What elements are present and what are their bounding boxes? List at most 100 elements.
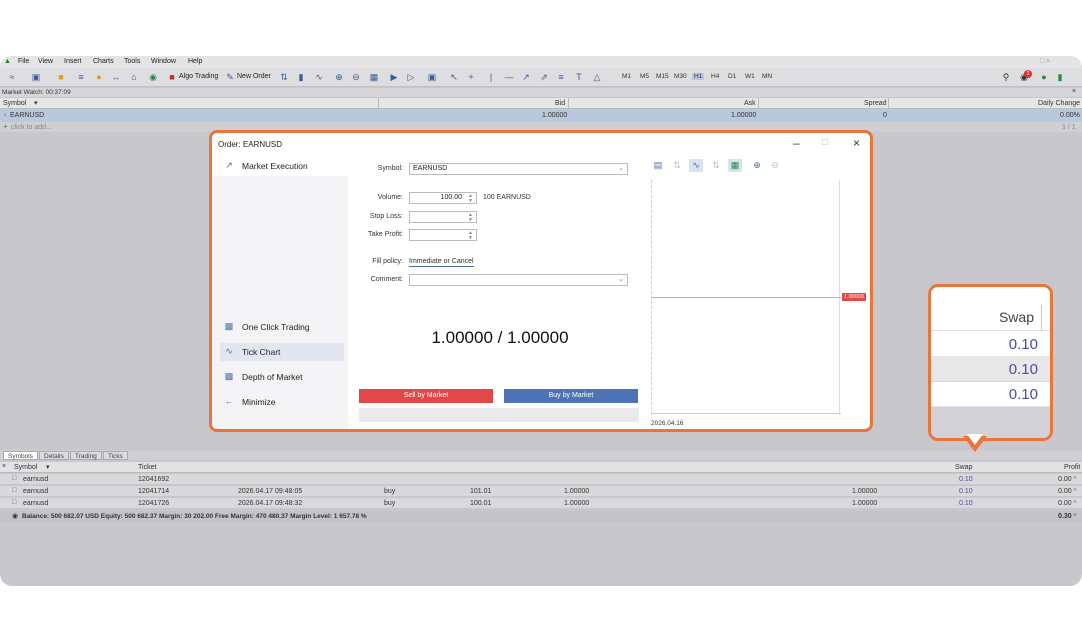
minimize-window-icon[interactable]: – xyxy=(793,136,800,150)
volume-input[interactable]: 100.00 ▲ ▼ xyxy=(409,192,477,204)
line-chart-icon[interactable]: ∿ xyxy=(313,71,325,83)
stop-loss-input[interactable]: ▲ ▼ xyxy=(409,211,477,223)
timeframe-m5[interactable]: M5 xyxy=(640,73,649,80)
screenshot-icon[interactable]: ▣ xyxy=(426,71,438,83)
table-row[interactable]: □ earnusd 12041726 2026.04.17 09:48:32 b… xyxy=(0,498,1082,509)
sort-icon[interactable]: ▾ xyxy=(34,99,38,107)
tab-symbols[interactable]: Symbols xyxy=(3,451,38,460)
bar-chart-icon[interactable]: ⇅ xyxy=(278,71,290,83)
channel-icon[interactable]: ⇗ xyxy=(538,71,550,83)
zoom-out-icon[interactable]: ⊖ xyxy=(768,159,782,172)
table-row[interactable]: □ earnusd 12041692 0.10 0.00 × xyxy=(0,474,1082,485)
col-ticket[interactable]: Ticket xyxy=(138,464,156,471)
autoscroll-icon[interactable]: ▦ xyxy=(728,159,742,172)
minimize-option[interactable]: ← Minimize xyxy=(220,393,344,411)
market-watch-row[interactable]: ‹ EARNUSD 1.00000 1.00000 0 0.00% xyxy=(0,110,1082,121)
trendline-icon[interactable]: ↗ xyxy=(520,71,532,83)
terminal-close-icon[interactable]: × xyxy=(2,463,6,470)
take-profit-input[interactable]: ▲ ▼ xyxy=(409,229,477,241)
sell-by-market-button[interactable]: Sell by Market xyxy=(359,389,493,403)
comment-input[interactable]: ⌄ xyxy=(409,274,628,286)
volume-toggle-icon[interactable]: ⇅ xyxy=(709,159,723,172)
tick-chart-option[interactable]: ∿ Tick Chart xyxy=(220,343,344,361)
chart-type-icon[interactable]: ≈ xyxy=(6,71,18,83)
timeframe-m30[interactable]: M30 xyxy=(674,73,687,80)
add-symbol-text[interactable]: click to add... xyxy=(11,124,52,131)
timeframe-h4[interactable]: H4 xyxy=(711,73,719,80)
close-position-icon[interactable]: × xyxy=(1073,499,1077,506)
depth-of-market-option[interactable]: ▩ Depth of Market xyxy=(220,368,344,386)
menu-tools[interactable]: Tools xyxy=(124,58,140,65)
chart-settings-icon[interactable]: ▤ xyxy=(651,159,665,172)
col-term-symbol[interactable]: Symbol xyxy=(14,464,37,471)
algo-trading-icon[interactable]: ■ xyxy=(166,71,178,83)
col-ask[interactable]: Ask xyxy=(744,100,756,107)
zoom-out-icon[interactable]: ⊖ xyxy=(350,71,362,83)
shift-icon[interactable]: ▷ xyxy=(405,71,417,83)
text-tool-icon[interactable]: T xyxy=(573,71,585,83)
cursor-icon[interactable]: ↖ xyxy=(448,71,460,83)
zoom-in-icon[interactable]: ⊕ xyxy=(333,71,345,83)
timeframe-h1[interactable]: H1 xyxy=(692,73,705,80)
col-bid[interactable]: Bid xyxy=(555,100,565,107)
spinner-icon[interactable]: ▲ ▼ xyxy=(468,213,473,223)
tab-details[interactable]: Details xyxy=(39,451,69,460)
buy-by-market-button[interactable]: Buy by Market xyxy=(504,389,638,403)
one-click-trading-option[interactable]: ▩ One Click Trading xyxy=(220,318,344,336)
table-row[interactable]: □ earnusd 12041714 2026.04.17 09:48:05 b… xyxy=(0,486,1082,497)
autoscroll-icon[interactable]: ▶ xyxy=(388,71,400,83)
menu-window[interactable]: Window xyxy=(151,58,176,65)
col-symbol[interactable]: Symbol xyxy=(3,100,26,107)
menu-file[interactable]: File xyxy=(18,58,29,65)
close-position-icon[interactable]: × xyxy=(1073,475,1077,482)
horizontal-line-icon[interactable]: — xyxy=(503,71,515,83)
symbol-select[interactable]: EARNUSD ⌄ xyxy=(409,163,628,175)
tick-chart[interactable]: 1.00000 xyxy=(651,180,866,415)
market-icon[interactable]: ⌂ xyxy=(128,71,140,83)
timeframe-d1[interactable]: D1 xyxy=(728,73,736,80)
spinner-icon[interactable]: ▲ ▼ xyxy=(468,231,473,241)
close-icon[interactable]: × xyxy=(1072,88,1076,95)
zoom-in-icon[interactable]: ⊕ xyxy=(750,159,764,172)
tab-trading[interactable]: Trading xyxy=(70,451,102,460)
grid-icon[interactable]: ▦ xyxy=(368,71,380,83)
menu-view[interactable]: View xyxy=(38,58,53,65)
close-position-icon[interactable]: × xyxy=(1073,487,1077,494)
close-dialog-icon[interactable]: × xyxy=(853,136,860,150)
search-icon[interactable]: ⚲ xyxy=(1000,71,1012,83)
bid-ask-toggle-icon[interactable]: ⇅ xyxy=(670,159,684,172)
fill-policy-select[interactable]: Immediate or Cancel xyxy=(409,258,474,267)
algo-trading-button[interactable]: Algo Trading xyxy=(179,73,218,80)
candles-icon[interactable]: ▮ xyxy=(295,71,307,83)
window-controls-icon[interactable]: □ × xyxy=(1040,58,1050,65)
market-execution-option[interactable]: ↗ Market Execution xyxy=(220,157,344,175)
connect-icon[interactable]: ↔ xyxy=(110,71,122,83)
col-spread[interactable]: Spread xyxy=(864,100,887,107)
profiles-icon[interactable]: ≡ xyxy=(75,71,87,83)
account-icon[interactable]: ● xyxy=(1038,71,1050,83)
col-swap[interactable]: Swap xyxy=(955,464,973,471)
menu-help[interactable]: Help xyxy=(188,58,202,65)
timeframe-w1[interactable]: W1 xyxy=(745,73,755,80)
menu-charts[interactable]: Charts xyxy=(93,58,114,65)
tick-line-icon[interactable]: ∿ xyxy=(689,159,703,172)
crosshair-icon[interactable]: + xyxy=(465,71,477,83)
folder-icon[interactable]: ■ xyxy=(55,71,67,83)
new-order-icon[interactable]: ✎ xyxy=(224,71,236,83)
timeframe-m1[interactable]: M1 xyxy=(622,73,631,80)
timeframe-m15[interactable]: M15 xyxy=(656,73,669,80)
new-order-button[interactable]: New Order xyxy=(237,73,271,80)
monitor-icon[interactable]: ▣ xyxy=(30,71,42,83)
timeframe-mn[interactable]: MN xyxy=(762,73,772,80)
shapes-icon[interactable]: △ xyxy=(591,71,603,83)
tab-ticks[interactable]: Ticks xyxy=(103,451,128,460)
globe-icon[interactable]: ◉ xyxy=(147,71,159,83)
vertical-line-icon[interactable]: | xyxy=(485,71,497,83)
expand-icon[interactable]: + xyxy=(1073,512,1077,519)
fibonacci-icon[interactable]: ≡ xyxy=(555,71,567,83)
col-daily-change[interactable]: Daily Change xyxy=(1038,100,1080,107)
sort-icon[interactable]: ▾ xyxy=(46,463,50,471)
spinner-icon[interactable]: ▲ ▼ xyxy=(468,194,473,204)
lock-icon[interactable]: ● xyxy=(93,71,105,83)
menu-insert[interactable]: Insert xyxy=(64,58,82,65)
